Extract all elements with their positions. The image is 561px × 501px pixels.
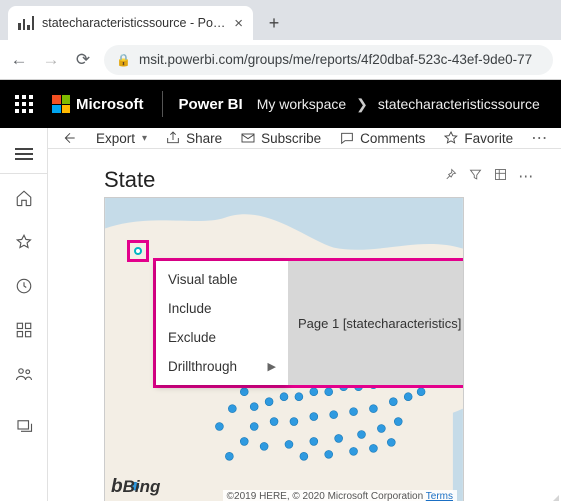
close-tab-icon[interactable]: × xyxy=(234,15,243,32)
people-icon xyxy=(15,365,33,383)
home-button[interactable] xyxy=(4,178,44,218)
image-corner-fold xyxy=(533,491,559,501)
star-outline-icon xyxy=(443,130,459,146)
apps-button[interactable] xyxy=(4,310,44,350)
chevron-down-icon: ▾ xyxy=(142,133,147,144)
nav-toggle-button[interactable] xyxy=(0,134,48,174)
hamburger-icon xyxy=(15,148,33,160)
context-item-label: Exclude xyxy=(168,330,216,345)
focus-button[interactable] xyxy=(493,167,508,187)
microsoft-logo: Microsoft xyxy=(48,95,160,113)
map-visual[interactable]: RTH AMERICA Visual table Include Exclude… xyxy=(104,197,464,501)
tab-title: statecharacteristicssource - Powe xyxy=(42,16,226,30)
drillthrough-submenu-item[interactable]: Page 1 [statecharacteristics] xyxy=(288,261,464,385)
pin-button[interactable] xyxy=(443,167,458,187)
star-icon xyxy=(15,233,33,251)
visual-header-tools: ⋯ xyxy=(443,167,533,187)
terms-link[interactable]: Terms xyxy=(426,491,453,501)
context-item-exclude[interactable]: Exclude xyxy=(156,323,288,352)
breadcrumb-workspace[interactable]: My workspace xyxy=(257,96,346,112)
export-button[interactable]: Export ▾ xyxy=(90,128,153,148)
comments-button[interactable]: Comments xyxy=(333,128,431,148)
clock-icon xyxy=(15,277,33,295)
powerbi-favicon xyxy=(18,16,34,30)
map-copyright: ©2019 HERE, © 2020 Microsoft Corporation… xyxy=(223,490,457,501)
app-header: Microsoft Power BI My workspace ❯ statec… xyxy=(0,80,561,128)
lock-icon: 🔒 xyxy=(116,53,131,67)
left-rail xyxy=(0,128,48,501)
app-launcher-button[interactable] xyxy=(0,80,48,128)
comment-icon xyxy=(339,130,355,146)
shared-button[interactable] xyxy=(4,354,44,394)
comments-label: Comments xyxy=(360,131,425,146)
favorite-label: Favorite xyxy=(464,131,513,146)
browser-toolbar: ← → ⟳ 🔒 msit.powerbi.com/groups/me/repor… xyxy=(0,40,561,80)
share-button[interactable]: Share xyxy=(159,128,228,148)
submenu-label: Page 1 [statecharacteristics] xyxy=(298,316,461,331)
reload-icon[interactable]: ⟳ xyxy=(72,50,94,70)
new-tab-button[interactable]: + xyxy=(259,8,289,38)
back-icon[interactable]: ← xyxy=(8,50,30,70)
context-menu-highlight: Visual table Include Exclude Drillthroug… xyxy=(153,258,464,388)
subscribe-label: Subscribe xyxy=(261,131,321,146)
share-label: Share xyxy=(186,131,222,146)
context-item-visual-table[interactable]: Visual table xyxy=(156,265,288,294)
context-item-label: Visual table xyxy=(168,272,238,287)
filter-icon xyxy=(468,167,483,182)
context-menu: Visual table Include Exclude Drillthroug… xyxy=(156,261,288,385)
context-item-label: Drillthrough xyxy=(168,359,237,374)
command-bar: Export ▾ Share Subscribe Comments Favori… xyxy=(48,128,561,149)
bing-logo: bBing xyxy=(111,476,160,498)
favorite-button[interactable]: Favorite xyxy=(437,128,519,148)
subscribe-button[interactable]: Subscribe xyxy=(234,128,327,148)
selected-data-point-highlight xyxy=(127,240,149,262)
report-canvas: State ⋯ xyxy=(48,149,561,501)
chevron-right-icon: ❯ xyxy=(356,96,368,113)
apps-icon xyxy=(15,321,33,339)
selected-data-point[interactable] xyxy=(134,247,142,255)
browser-tab[interactable]: statecharacteristicssource - Powe × xyxy=(8,6,253,40)
export-label: Export xyxy=(96,131,135,146)
context-item-include[interactable]: Include xyxy=(156,294,288,323)
mail-icon xyxy=(240,130,256,146)
product-name[interactable]: Power BI xyxy=(165,96,257,113)
file-icon xyxy=(62,130,78,146)
breadcrumb-report[interactable]: statecharacteristicssource xyxy=(378,96,540,112)
workspaces-icon xyxy=(15,417,33,435)
filter-button[interactable] xyxy=(468,167,483,187)
file-menu-button[interactable] xyxy=(56,128,84,148)
recent-button[interactable] xyxy=(4,266,44,306)
copyright-text: ©2019 HERE, © 2020 Microsoft Corporation xyxy=(227,491,426,501)
context-item-label: Include xyxy=(168,301,212,316)
microsoft-logo-icon xyxy=(52,95,70,113)
focus-icon xyxy=(493,167,508,182)
breadcrumb: My workspace ❯ statecharacteristicssourc… xyxy=(257,96,540,113)
more-options-button[interactable]: ⋯ xyxy=(518,167,533,187)
share-icon xyxy=(165,130,181,146)
microsoft-logo-text: Microsoft xyxy=(76,96,144,113)
more-commands-button[interactable]: ⋯ xyxy=(525,128,553,148)
home-icon xyxy=(15,189,33,207)
favorites-button[interactable] xyxy=(4,222,44,262)
browser-tab-strip: statecharacteristicssource - Powe × + xyxy=(0,0,561,40)
workspaces-button[interactable] xyxy=(4,406,44,446)
waffle-icon xyxy=(15,95,33,113)
pin-icon xyxy=(443,167,458,182)
forward-icon[interactable]: → xyxy=(40,50,62,70)
vertical-separator xyxy=(162,91,163,117)
url-text: msit.powerbi.com/groups/me/reports/4f20d… xyxy=(139,52,532,67)
address-bar[interactable]: 🔒 msit.powerbi.com/groups/me/reports/4f2… xyxy=(104,45,553,75)
context-item-drillthrough[interactable]: Drillthrough ▶ xyxy=(156,352,288,381)
submenu-arrow-icon: ▶ xyxy=(268,360,276,373)
bing-text: Bing xyxy=(123,477,161,496)
